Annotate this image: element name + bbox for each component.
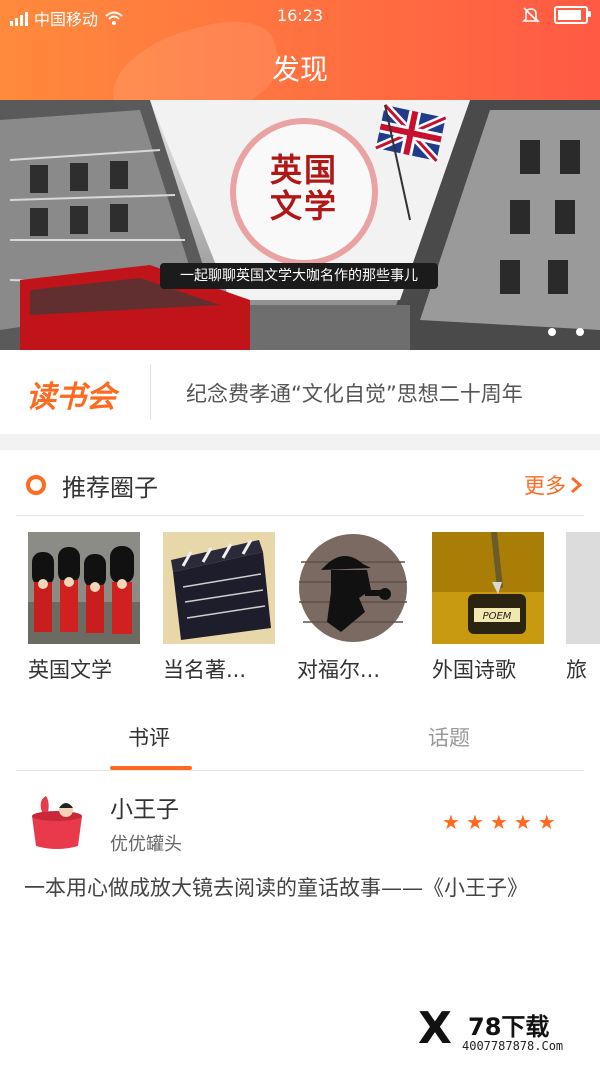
clock: 16:23 [276, 6, 324, 25]
more-label: 更多 [524, 474, 566, 498]
circle-thumbnail: POEM [432, 532, 544, 644]
circle-item[interactable]: 当名著... [163, 532, 275, 684]
watermark-logo-icon: X [418, 1003, 452, 1054]
site-watermark: X 78下载 4007787878.Com [418, 1003, 588, 1059]
banner-subtitle: 一起聊聊英国文学大咖名作的那些事儿 [160, 263, 438, 289]
review-card[interactable]: 小王子 优优罐头 ★ ★ ★ ★ ★ 一本用心做成放大镜去阅读的童话故事——《小… [0, 772, 600, 902]
banner-carousel[interactable]: 英国 文学 一起聊聊英国文学大咖名作的那些事儿 [0, 100, 600, 350]
page-title: 发现 [271, 53, 328, 86]
section-title: 推荐圈子 [62, 474, 158, 502]
circle-label: 外国诗歌 [432, 658, 516, 682]
review-excerpt[interactable]: 一本用心做成放大镜去阅读的童话故事——《小王子》 [24, 872, 528, 902]
more-button[interactable]: 更多 [524, 470, 582, 500]
svg-text:POEM: POEM [483, 611, 512, 622]
ring-icon [26, 475, 46, 495]
circle-list[interactable]: 英国文学 当名著... 对福尔... POEM 外国诗歌 旅 [0, 532, 600, 692]
circle-item[interactable]: 对福尔... [297, 532, 409, 684]
battery-icon [554, 6, 591, 24]
mute-bell-icon [522, 7, 540, 23]
circle-item[interactable]: 英国文学 [28, 532, 140, 684]
carousel-indicator [548, 328, 584, 336]
divider [16, 770, 584, 771]
status-bar: 中国移动 16:23 [0, 0, 600, 32]
circle-label: 英国文学 [28, 658, 112, 682]
star-icon: ★ [465, 810, 484, 834]
book-title[interactable]: 小王子 [110, 790, 179, 824]
circle-thumbnail [566, 532, 600, 644]
battery-level [558, 10, 581, 20]
star-icon: ★ [489, 810, 508, 834]
watermark-brand: 78下载 [468, 1013, 550, 1041]
circle-label: 当名著... [163, 658, 247, 682]
tab-book-reviews[interactable]: 书评 [128, 722, 170, 752]
circle-thumbnail [163, 532, 275, 644]
avatar[interactable] [28, 792, 86, 850]
rating-stars: ★ ★ ★ ★ ★ [442, 810, 556, 834]
reviewer-name[interactable]: 优优罐头 [110, 830, 182, 856]
tab-topics[interactable]: 话题 [428, 722, 470, 752]
circle-thumbnail [28, 532, 140, 644]
reading-club-logo: 读书会 [26, 380, 116, 415]
app-header: 中国移动 16:23 发现 [0, 0, 600, 100]
circle-label: 对福尔... [297, 658, 381, 682]
reading-club-headline[interactable]: 纪念费孝通“文化自觉”思想二十周年 [186, 378, 523, 408]
circle-thumbnail [297, 532, 409, 644]
star-icon: ★ [537, 810, 556, 834]
star-icon: ★ [513, 810, 532, 834]
review-tabs: 书评 话题 [0, 712, 600, 770]
carousel-dot[interactable] [548, 328, 556, 336]
watermark-url: 4007787878.Com [462, 1039, 564, 1053]
chevron-right-icon [571, 476, 582, 494]
circle-item[interactable]: 旅 [566, 532, 600, 684]
divider [150, 364, 151, 420]
divider [16, 515, 584, 516]
star-icon: ★ [442, 810, 460, 834]
banner-title: 英国 文学 [269, 151, 338, 225]
reading-club-row[interactable]: 读书会 纪念费孝通“文化自觉”思想二十周年 [0, 350, 600, 434]
circle-item[interactable]: POEM 外国诗歌 [432, 532, 544, 684]
circle-label: 旅 [566, 658, 587, 682]
section-gap [0, 434, 600, 450]
carousel-dot[interactable] [576, 328, 584, 336]
recommended-header: 推荐圈子 更多 [0, 450, 600, 516]
